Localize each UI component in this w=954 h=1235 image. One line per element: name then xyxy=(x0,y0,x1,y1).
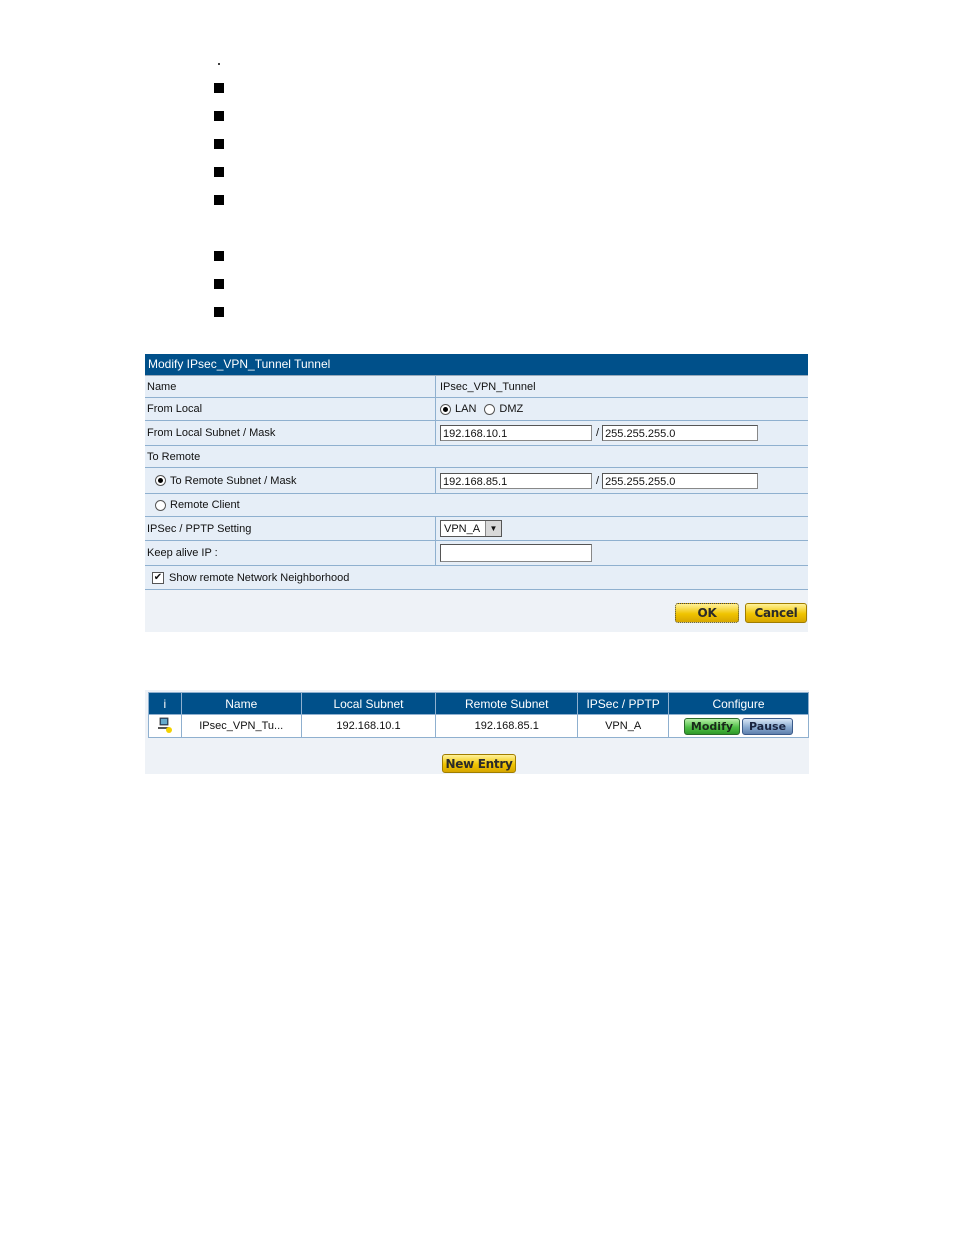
remote-client-row: Remote Client xyxy=(145,494,808,517)
table-header: i Name Local Subnet Remote Subnet IPSec … xyxy=(148,692,810,715)
bullet-dot xyxy=(218,63,220,65)
bullet-square xyxy=(214,111,224,121)
lan-radio-label: LAN xyxy=(455,403,477,415)
lan-radio[interactable] xyxy=(440,403,451,415)
ipsec-pptp-label: IPSec / PPTP Setting xyxy=(145,517,436,540)
dmz-radio-label: DMZ xyxy=(499,403,524,415)
ipsec-pptp-select[interactable]: VPN_A ▼ xyxy=(440,520,502,537)
ipsec-pptp-selected: VPN_A xyxy=(444,522,481,535)
pause-button[interactable]: Pause xyxy=(742,717,794,735)
column-header-ipsec-pptp: IPSec / PPTP xyxy=(577,692,669,715)
tunnel-name: IPsec_VPN_Tu... xyxy=(180,714,302,738)
tunnel-list-panel: i Name Local Subnet Remote Subnet IPSec … xyxy=(145,690,810,774)
show-neighborhood-label: Show remote Network Neighborhood xyxy=(169,571,350,584)
to-remote-subnet-input[interactable]: 192.168.85.1 xyxy=(440,472,592,489)
from-local-subnet-row: From Local Subnet / Mask 192.168.10.1 / … xyxy=(145,421,808,446)
bullet-square xyxy=(214,167,224,177)
from-local-label: From Local xyxy=(145,398,436,420)
bullet-square xyxy=(214,139,224,149)
column-header-name: Name xyxy=(180,692,302,715)
bullet-square xyxy=(214,251,224,261)
bullet-square xyxy=(214,83,224,93)
dmz-radio[interactable] xyxy=(484,403,496,415)
bullet-square xyxy=(214,307,224,317)
computer-connection-icon xyxy=(148,714,182,738)
tunnel-remote-subnet: 192.168.85.1 xyxy=(435,714,579,738)
column-header-configure: Configure xyxy=(667,692,810,715)
keep-alive-input[interactable] xyxy=(440,544,592,562)
name-row: Name IPsec_VPN_Tunnel xyxy=(145,376,808,398)
ipsec-pptp-row: IPSec / PPTP Setting VPN_A ▼ xyxy=(145,517,808,541)
to-remote-subnet-row: To Remote Subnet / Mask 192.168.85.1 / 2… xyxy=(145,468,808,494)
column-header-local-subnet: Local Subnet xyxy=(300,692,437,715)
show-neighborhood-row: ✔ Show remote Network Neighborhood xyxy=(145,566,808,590)
from-local-subnet-input[interactable]: 192.168.10.1 xyxy=(440,425,592,441)
form-button-bar: OK Cancel xyxy=(145,590,808,632)
keep-alive-label: Keep alive IP : xyxy=(145,541,436,565)
modify-button[interactable]: Modify xyxy=(683,717,741,735)
from-local-mask-input[interactable]: 255.255.255.0 xyxy=(602,425,759,441)
table-row: IPsec_VPN_Tu... 192.168.10.1 192.168.85.… xyxy=(148,714,810,738)
name-value: IPsec_VPN_Tunnel xyxy=(440,380,536,393)
bullet-square xyxy=(214,279,224,289)
keep-alive-row: Keep alive IP : xyxy=(145,541,808,566)
tunnel-configure: Modify Pause xyxy=(667,714,810,738)
tunnel-table: i Name Local Subnet Remote Subnet IPSec … xyxy=(148,692,810,738)
modify-tunnel-form: Modify IPsec_VPN_Tunnel Tunnel Name IPse… xyxy=(145,354,808,632)
name-label: Name xyxy=(145,376,436,397)
tunnel-ipsec-pptp: VPN_A xyxy=(577,714,669,738)
new-entry-button[interactable]: New Entry xyxy=(442,754,516,773)
chevron-down-icon[interactable]: ▼ xyxy=(485,521,501,536)
to-remote-subnet-radio[interactable] xyxy=(155,475,166,486)
bullet-square xyxy=(214,195,224,205)
remote-client-radio[interactable] xyxy=(155,499,166,511)
tunnel-local-subnet: 192.168.10.1 xyxy=(300,714,437,738)
remote-client-label: Remote Client xyxy=(170,499,240,511)
from-local-subnet-label: From Local Subnet / Mask xyxy=(145,421,436,445)
cancel-button[interactable]: Cancel xyxy=(745,603,807,623)
to-remote-mask-input[interactable]: 255.255.255.0 xyxy=(602,472,759,489)
column-header-i: i xyxy=(148,692,182,715)
to-remote-subnet-label: To Remote Subnet / Mask xyxy=(170,474,297,487)
from-local-row: From Local LAN DMZ xyxy=(145,398,808,421)
form-title: Modify IPsec_VPN_Tunnel Tunnel xyxy=(145,354,808,376)
to-remote-label: To Remote xyxy=(147,450,201,463)
column-header-remote-subnet: Remote Subnet xyxy=(435,692,579,715)
ok-button[interactable]: OK xyxy=(675,603,739,623)
separator: / xyxy=(596,474,600,487)
show-neighborhood-checkbox[interactable]: ✔ xyxy=(152,571,164,584)
to-remote-row: To Remote xyxy=(145,446,808,468)
separator: / xyxy=(596,427,600,439)
